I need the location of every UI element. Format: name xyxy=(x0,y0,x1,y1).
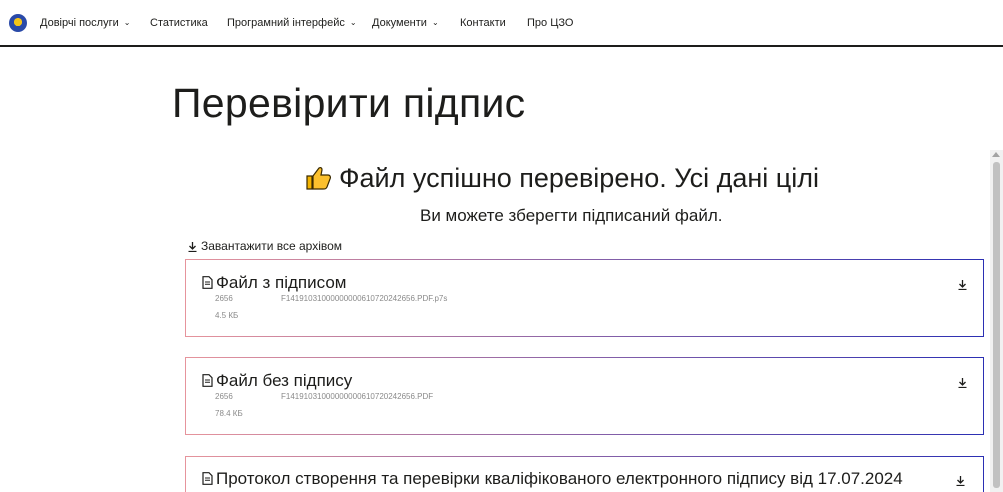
nav-item-label: Довірчі послуги xyxy=(40,17,119,29)
success-heading: Файл успішно перевірено. Усі дані цілі xyxy=(305,163,819,197)
file-filename: F14191031000000000610720242656.PDF.p7s xyxy=(281,294,448,303)
nav-item-contacts[interactable]: Контакти xyxy=(460,17,506,29)
chevron-down-icon: ⌄ xyxy=(431,18,439,27)
download-icon xyxy=(958,280,967,291)
chevron-down-icon: ⌄ xyxy=(123,18,131,27)
top-navigation: Довірчі послуги ⌄ Статистика Програмний і… xyxy=(0,0,1003,47)
file-id: 2656 xyxy=(215,294,233,303)
file-id: 2656 xyxy=(215,392,233,401)
file-card-title: Файл без підпису xyxy=(202,371,352,392)
file-name: Файл з підписом xyxy=(216,273,347,292)
emblem-logo-icon[interactable] xyxy=(9,14,27,32)
file-name: Протокол створення та перевірки кваліфік… xyxy=(216,469,903,488)
download-all-label: Завантажити все архівом xyxy=(201,239,343,253)
download-icon xyxy=(956,476,965,487)
page-title: Перевірити підпис xyxy=(172,80,526,126)
download-icon xyxy=(958,378,967,389)
thumbs-up-icon xyxy=(305,166,331,197)
file-card: Файл без підпису 2656 F14191031000000000… xyxy=(185,357,984,435)
file-size: 4.5 КБ xyxy=(215,311,239,320)
scroll-up-arrow-icon[interactable] xyxy=(992,152,1000,157)
success-text: Файл успішно перевірено. Усі дані цілі xyxy=(339,163,820,193)
nav-item-statistics[interactable]: Статистика xyxy=(150,17,208,29)
nav-item-label: Статистика xyxy=(150,17,208,29)
nav-item-trust-services[interactable]: Довірчі послуги ⌄ xyxy=(40,17,130,29)
download-all-link[interactable]: Завантажити все архівом xyxy=(188,239,342,255)
nav-item-label: Програмний інтерфейс xyxy=(227,17,345,29)
subtitle: Ви можете зберегти підписаний файл. xyxy=(420,206,723,225)
scrollbar-thumb[interactable] xyxy=(993,162,1000,488)
download-button[interactable] xyxy=(958,277,967,295)
file-name: Файл без підпису xyxy=(216,371,353,390)
document-icon xyxy=(202,372,213,392)
nav-item-about[interactable]: Про ЦЗО xyxy=(527,17,573,29)
download-button[interactable] xyxy=(956,473,965,491)
download-button[interactable] xyxy=(958,375,967,393)
file-card-title: Протокол створення та перевірки кваліфік… xyxy=(202,469,903,490)
chevron-down-icon: ⌄ xyxy=(349,18,357,27)
download-icon xyxy=(188,241,197,255)
nav-item-label: Про ЦЗО xyxy=(527,17,574,29)
nav-item-label: Контакти xyxy=(460,17,506,29)
nav-item-label: Документи xyxy=(372,17,427,29)
nav-item-api[interactable]: Програмний інтерфейс ⌄ xyxy=(227,17,357,29)
document-icon xyxy=(202,274,213,294)
nav-item-documents[interactable]: Документи ⌄ xyxy=(372,17,439,29)
file-card: Файл з підписом 2656 F141910310000000006… xyxy=(185,259,984,337)
document-icon xyxy=(202,470,213,490)
file-card-title: Файл з підписом xyxy=(202,273,346,294)
file-size: 78.4 КБ xyxy=(215,409,243,418)
file-card: Протокол створення та перевірки кваліфік… xyxy=(185,456,984,492)
scrollbar[interactable] xyxy=(990,150,1003,492)
file-filename: F14191031000000000610720242656.PDF xyxy=(281,392,434,401)
